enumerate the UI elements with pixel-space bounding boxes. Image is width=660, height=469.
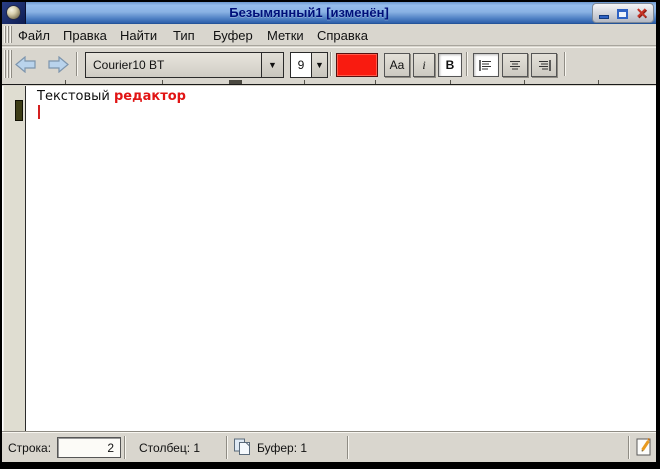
minimize-button[interactable]: [596, 6, 613, 21]
statusbar: Строка: Столбец: 1 Буфер: 1: [2, 433, 656, 462]
menu-help[interactable]: Справка: [317, 28, 368, 43]
menu-file[interactable]: Файл: [18, 28, 50, 43]
align-right-icon: [537, 59, 551, 72]
font-family-select[interactable]: Courier10 BT ▼: [85, 52, 284, 78]
menubar: Файл Правка Найти Тип Буфер Метки Справк…: [2, 24, 656, 46]
document-canvas[interactable]: Текстовый редактор: [27, 86, 656, 431]
statusbar-separator: [226, 436, 228, 459]
back-arrow-icon: [15, 56, 37, 73]
align-left-button[interactable]: [473, 53, 499, 77]
font-size-value: 9: [291, 53, 311, 77]
close-icon: ✕: [636, 6, 648, 21]
toolbar: Courier10 BT ▼ 9 ▼ Aa i B: [2, 47, 656, 80]
document-text-normal: Текстовый: [37, 89, 114, 104]
toolbar-separator: [330, 52, 332, 76]
document-text-styled: редактор: [114, 89, 186, 104]
forward-arrow-icon: [47, 56, 69, 73]
menu-edit[interactable]: Правка: [63, 28, 107, 43]
toolbar-separator: [564, 52, 566, 76]
menu-buffer[interactable]: Буфер: [213, 28, 253, 43]
statusbar-separator: [124, 436, 126, 459]
font-size-select[interactable]: 9 ▼: [290, 52, 328, 78]
current-paragraph-marker: [15, 100, 23, 121]
toolbar-grip[interactable]: [4, 50, 12, 78]
sphere-logo-icon: [6, 5, 21, 20]
close-button[interactable]: ✕: [633, 6, 650, 21]
chevron-down-icon[interactable]: ▼: [311, 53, 327, 77]
minimize-icon: [599, 15, 609, 19]
toolbar-separator: [466, 52, 468, 76]
buffer-pages-icon: [233, 438, 253, 459]
maximize-button[interactable]: [614, 6, 631, 21]
statusbar-separator: [628, 436, 630, 459]
align-center-icon: [508, 59, 522, 72]
window-title: Безымянный1 [изменён]: [32, 5, 586, 20]
menu-find[interactable]: Найти: [120, 28, 157, 43]
align-center-button[interactable]: [502, 53, 528, 77]
font-family-value: Courier10 BT: [86, 58, 261, 72]
ruler: [2, 80, 656, 85]
menu-marks[interactable]: Метки: [267, 28, 304, 43]
document-line: Текстовый редактор: [27, 86, 656, 104]
buffer-indicator: Буфер: 1: [257, 441, 307, 455]
column-indicator: Столбец: 1: [139, 441, 200, 455]
maximize-icon: [617, 9, 628, 19]
text-color-button[interactable]: [336, 53, 378, 77]
statusbar-separator: [347, 436, 349, 459]
menubar-grip[interactable]: [4, 26, 12, 43]
menu-type[interactable]: Тип: [173, 28, 195, 43]
editor-area: Текстовый редактор: [2, 86, 656, 431]
italic-button[interactable]: i: [413, 53, 435, 77]
titlebar[interactable]: Безымянный1 [изменён] ✕: [2, 2, 656, 24]
align-left-icon: [479, 59, 493, 72]
window-body: Безымянный1 [изменён] ✕ Файл Правка Найт…: [2, 2, 656, 462]
paragraph-margin[interactable]: [3, 86, 26, 431]
line-label: Строка:: [8, 441, 51, 455]
window-controls: ✕: [592, 3, 654, 23]
letter-case-button[interactable]: Aa: [384, 53, 410, 77]
bold-button[interactable]: B: [438, 53, 462, 77]
toolbar-separator: [76, 52, 78, 76]
app-icon[interactable]: [2, 2, 26, 24]
forward-button[interactable]: [46, 54, 70, 74]
line-number-input[interactable]: [57, 437, 121, 458]
chevron-down-icon[interactable]: ▼: [261, 53, 283, 77]
app-window: Безымянный1 [изменён] ✕ Файл Правка Найт…: [0, 0, 660, 469]
text-caret: [38, 105, 40, 119]
modified-edit-icon[interactable]: [635, 437, 654, 460]
back-button[interactable]: [14, 54, 38, 74]
align-right-button[interactable]: [531, 53, 557, 77]
